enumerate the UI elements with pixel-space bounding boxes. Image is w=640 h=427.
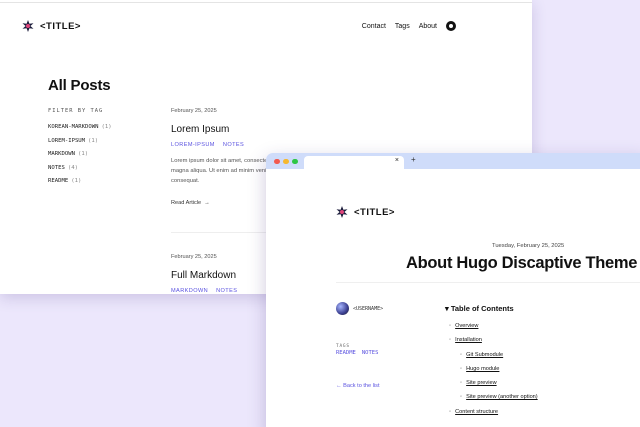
tag-filter-item[interactable]: NOTES (4) <box>48 165 112 179</box>
post-tag[interactable]: NOTES <box>223 142 244 148</box>
username: <USERNAME> <box>353 305 384 312</box>
table-of-contents: ◦ Overview ◦ Installation ◦ Git Submodule ◦… <box>449 323 538 423</box>
tag-count: (1) <box>101 124 112 130</box>
toc-link[interactable]: Site preview (another option) <box>466 394 538 401</box>
tag-count: (1) <box>71 178 82 185</box>
author-info: <USERNAME> <box>336 302 383 315</box>
maximize-window-button[interactable] <box>292 158 298 164</box>
tag-filter-list: KOREAN-MARKDOWN (1) LOREM-IPSUM (1) MARKDO… <box>48 124 112 192</box>
post-date: February 25, 2025 <box>171 108 217 114</box>
toc-link[interactable]: Overview <box>455 323 478 330</box>
filter-heading: FILTER BY TAG <box>48 108 104 114</box>
bullet-icon: ◦ <box>460 394 463 401</box>
tag-filter-item[interactable]: README (1) <box>48 178 112 192</box>
tag-count: (4) <box>67 164 78 171</box>
toc-item: ◦ Hugo module <box>449 366 538 380</box>
toc-link[interactable]: Git Submodule <box>466 352 503 359</box>
tag-count: (1) <box>88 137 99 144</box>
top-divider <box>0 2 532 3</box>
site-title: <TITLE> <box>354 206 395 218</box>
bullet-icon: ◦ <box>460 351 463 358</box>
toc-link[interactable]: Site preview <box>466 380 496 387</box>
post-tag[interactable]: NOTES <box>216 288 237 294</box>
article-tag[interactable]: README <box>336 350 356 356</box>
tag-count: (1) <box>77 151 89 158</box>
tag-filter-item[interactable]: LOREM-IPSUM (1) <box>48 138 112 152</box>
browser-tab-bar: × + <box>266 153 640 169</box>
toc-item: ◦ Site preview <box>449 380 538 394</box>
article-tag[interactable]: NOTES <box>362 350 379 356</box>
nav-tags[interactable]: Tags <box>395 23 410 30</box>
bullet-icon: ◦ <box>449 408 452 415</box>
header-divider <box>336 282 640 283</box>
bullet-icon: ◦ <box>449 337 452 344</box>
article-tags: README NOTES <box>336 350 378 356</box>
toc-item: ◦ Installation <box>449 337 538 351</box>
toc-toggle[interactable]: ▾ Table of Contents <box>445 304 514 313</box>
toc-item: ◦ Content structure <box>449 409 538 423</box>
new-tab-icon[interactable]: + <box>411 155 416 164</box>
nav-about[interactable]: About <box>419 23 437 30</box>
toc-item: ◦ Git Submodule <box>449 352 538 366</box>
toc-link[interactable]: Installation <box>455 337 482 344</box>
avatar <box>336 302 349 315</box>
toc-link[interactable]: Hugo module <box>466 366 499 373</box>
article-title: About Hugo Discaptive Theme <box>406 254 638 272</box>
toc-link[interactable]: Content structure <box>455 409 498 416</box>
browser-tab[interactable]: × <box>304 156 404 169</box>
tag-name: KOREAN-MARKDOWN <box>48 124 99 130</box>
minimize-window-button[interactable] <box>283 158 289 164</box>
main-nav: Contact Tags About <box>362 21 456 31</box>
read-article-label: Read Article <box>171 200 202 206</box>
tag-filter-item[interactable]: MARKDOWN (1) <box>48 151 112 165</box>
post-tags: LOREM-IPSUM NOTES <box>171 142 461 148</box>
tag-name: MARKDOWN <box>48 151 75 158</box>
post-tag[interactable]: MARKDOWN <box>171 288 208 294</box>
logo-star-icon <box>336 206 348 218</box>
post-tag[interactable]: LOREM-IPSUM <box>171 142 215 148</box>
logo-star-icon <box>22 20 34 32</box>
post-title[interactable]: Lorem Ipsum <box>171 124 461 135</box>
github-icon[interactable] <box>446 21 456 31</box>
back-to-list-link[interactable]: ← Back to the list <box>336 383 380 389</box>
tag-filter-item[interactable]: KOREAN-MARKDOWN (1) <box>48 124 112 138</box>
site-title: <TITLE> <box>40 20 81 32</box>
nav-contact[interactable]: Contact <box>362 23 386 30</box>
bullet-icon: ◦ <box>460 365 463 372</box>
close-window-button[interactable] <box>274 158 280 164</box>
toc-item: ◦ Overview <box>449 323 538 337</box>
tab-close-icon[interactable]: × <box>395 157 399 164</box>
arrow-right-icon: → <box>204 200 210 206</box>
tag-name: NOTES <box>48 164 65 171</box>
tag-name: LOREM-IPSUM <box>48 137 86 144</box>
page-title: All Posts <box>48 77 111 94</box>
bullet-icon: ◦ <box>449 323 452 329</box>
site-logo[interactable]: <TITLE> <box>336 206 395 218</box>
browser-window: × + <TITLE> Tuesday, February 25, 2025 A… <box>266 153 640 427</box>
tags-label: TAGS <box>336 344 350 349</box>
bullet-icon: ◦ <box>460 380 463 387</box>
toc-item: ◦ Site preview (another option) <box>449 394 538 408</box>
site-logo[interactable]: <TITLE> <box>22 20 81 32</box>
tag-name: README <box>48 178 69 185</box>
article-date: Tuesday, February 25, 2025 <box>492 243 565 249</box>
